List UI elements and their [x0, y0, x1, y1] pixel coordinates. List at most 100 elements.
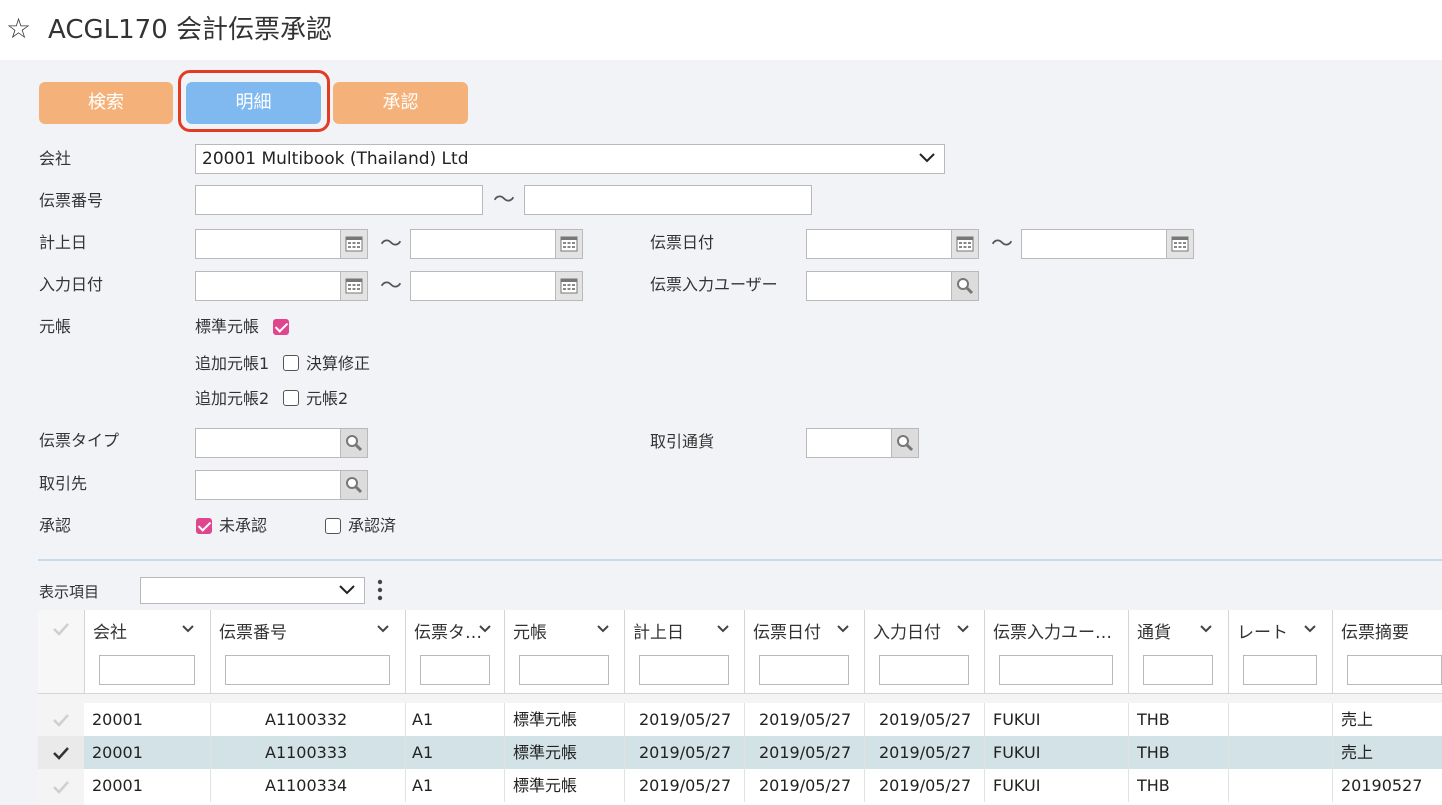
grid-select-all[interactable]	[38, 610, 85, 694]
chevron-down-icon[interactable]	[1199, 624, 1213, 634]
search-button[interactable]: 検索	[39, 82, 173, 124]
cell-rate	[1237, 736, 1333, 769]
grid-header-label: 計上日	[633, 623, 684, 643]
grid-filter-input[interactable]	[519, 655, 609, 685]
chevron-down-icon[interactable]	[956, 624, 970, 634]
chevron-down-icon[interactable]	[716, 624, 730, 634]
cell-entry-date: 2019/05/27	[879, 769, 985, 802]
favorite-star-icon[interactable]: ☆	[6, 14, 31, 44]
grid-header-entry-date[interactable]: 入力日付	[865, 610, 985, 694]
row-select[interactable]	[38, 703, 84, 736]
voucher-type-input[interactable]	[195, 428, 341, 458]
approve-button[interactable]: 承認	[333, 82, 468, 124]
grid-header-company[interactable]: 会社	[85, 610, 211, 694]
cell-voucher-type: A1	[412, 736, 505, 769]
company-select-value: 20001 Multibook (Thailand) Ltd	[202, 149, 469, 169]
search-icon[interactable]	[951, 271, 979, 301]
cell-entry-user: FUKUI	[993, 703, 1129, 736]
grid-filter-input[interactable]	[1243, 655, 1317, 685]
grid-filter-input[interactable]	[879, 655, 969, 685]
grid-header-ledger[interactable]: 元帳	[505, 610, 625, 694]
ledger-add1-label: 追加元帳1	[195, 354, 270, 373]
entry-date-from-input[interactable]	[195, 271, 341, 301]
entry-date-to-input[interactable]	[410, 271, 556, 301]
search-icon[interactable]	[340, 428, 368, 458]
grid-filter-input[interactable]	[999, 655, 1113, 685]
grid-filter-input[interactable]	[759, 655, 849, 685]
partner-input[interactable]	[195, 470, 341, 500]
more-vertical-icon[interactable]	[376, 578, 384, 602]
page-title: ACGL170 会計伝票承認	[48, 15, 333, 45]
chevron-down-icon[interactable]	[836, 624, 850, 634]
cell-summary: 20190527	[1341, 776, 1423, 795]
cell-entry-user: FUKUI	[993, 769, 1129, 802]
calendar-icon[interactable]	[951, 229, 979, 259]
chevron-down-icon[interactable]	[1303, 624, 1317, 634]
ledger-closing-checkbox[interactable]	[283, 355, 299, 371]
chevron-down-icon[interactable]	[478, 624, 492, 634]
grid-filter-input[interactable]	[99, 655, 195, 685]
ledger-standard-checkbox[interactable]	[273, 319, 289, 335]
cell-voucher-no: A1100333	[265, 736, 406, 769]
grid-filter-input[interactable]	[1143, 655, 1213, 685]
grid-header-voucher-type[interactable]: 伝票タ…	[406, 610, 505, 694]
grid-filter-input[interactable]	[420, 655, 490, 685]
grid-header-label: 伝票タ…	[414, 623, 482, 643]
grid-header-entry-user[interactable]: 伝票入力ユー…	[985, 610, 1129, 694]
grid-header-summary[interactable]: 伝票摘要	[1333, 610, 1442, 694]
grid-header-currency[interactable]: 通貨	[1129, 610, 1229, 694]
table-row[interactable]: 20001 A1100332 A1 標準元帳 2019/05/27 2019/0…	[38, 703, 1442, 736]
voucher-date-to-input[interactable]	[1021, 229, 1167, 259]
cell-entry-date: 2019/05/27	[879, 736, 985, 769]
company-select[interactable]: 20001 Multibook (Thailand) Ltd	[195, 144, 945, 174]
grid-filter-input[interactable]	[1347, 655, 1442, 685]
voucher-date-from-input[interactable]	[806, 229, 952, 259]
search-icon[interactable]	[891, 428, 919, 458]
grid-header-voucher-date[interactable]: 伝票日付	[745, 610, 865, 694]
grid-header-label: レート	[1237, 623, 1288, 643]
approved-checkbox[interactable]	[325, 518, 341, 534]
entry-date-label: 入力日付	[39, 275, 104, 294]
voucher-no-to-input[interactable]	[524, 185, 812, 215]
grid-filter-input[interactable]	[225, 655, 390, 685]
currency-input[interactable]	[806, 428, 892, 458]
grid-header-posting-date[interactable]: 計上日	[625, 610, 745, 694]
calendar-icon[interactable]	[340, 271, 368, 301]
check-icon	[53, 713, 69, 727]
grid-header-rate[interactable]: レート	[1229, 610, 1333, 694]
posting-date-from-input[interactable]	[195, 229, 341, 259]
partner-label: 取引先	[39, 474, 88, 493]
row-select[interactable]	[38, 769, 84, 805]
cell-company: 20001	[92, 736, 211, 769]
row-select[interactable]	[38, 736, 84, 769]
chevron-down-icon[interactable]	[376, 624, 390, 634]
calendar-icon[interactable]	[555, 271, 583, 301]
cell-currency: THB	[1137, 736, 1229, 769]
cell-currency: THB	[1137, 703, 1229, 736]
calendar-icon[interactable]	[1166, 229, 1194, 259]
ledger-2-checkbox[interactable]	[283, 390, 299, 406]
chevron-down-icon[interactable]	[596, 624, 610, 634]
grid-header-voucher-no[interactable]: 伝票番号	[211, 610, 406, 694]
range-tilde: 〜	[991, 232, 1014, 257]
voucher-no-from-input[interactable]	[195, 185, 483, 215]
section-divider	[38, 559, 1442, 561]
table-row-selected[interactable]: 20001 A1100333 A1 標準元帳 2019/05/27 2019/0…	[38, 736, 1442, 769]
display-items-select[interactable]	[140, 577, 365, 604]
table-row[interactable]: 20001 A1100334 A1 標準元帳 2019/05/27 2019/0…	[38, 769, 1442, 805]
calendar-icon[interactable]	[340, 229, 368, 259]
unapproved-checkbox[interactable]	[196, 518, 212, 534]
cell-voucher-date: 2019/05/27	[759, 736, 865, 769]
cell-rate	[1237, 769, 1333, 802]
cell-ledger: 標準元帳	[513, 736, 625, 769]
chevron-down-icon[interactable]	[181, 624, 195, 634]
cell-summary: 売上	[1341, 710, 1374, 729]
calendar-icon[interactable]	[555, 229, 583, 259]
entry-user-input[interactable]	[806, 271, 952, 301]
currency-label: 取引通貨	[650, 432, 715, 451]
grid-header-label: 伝票摘要	[1341, 623, 1409, 643]
search-icon[interactable]	[340, 470, 368, 500]
grid-filter-input[interactable]	[639, 655, 729, 685]
posting-date-to-input[interactable]	[410, 229, 556, 259]
chevron-down-icon	[339, 585, 355, 595]
